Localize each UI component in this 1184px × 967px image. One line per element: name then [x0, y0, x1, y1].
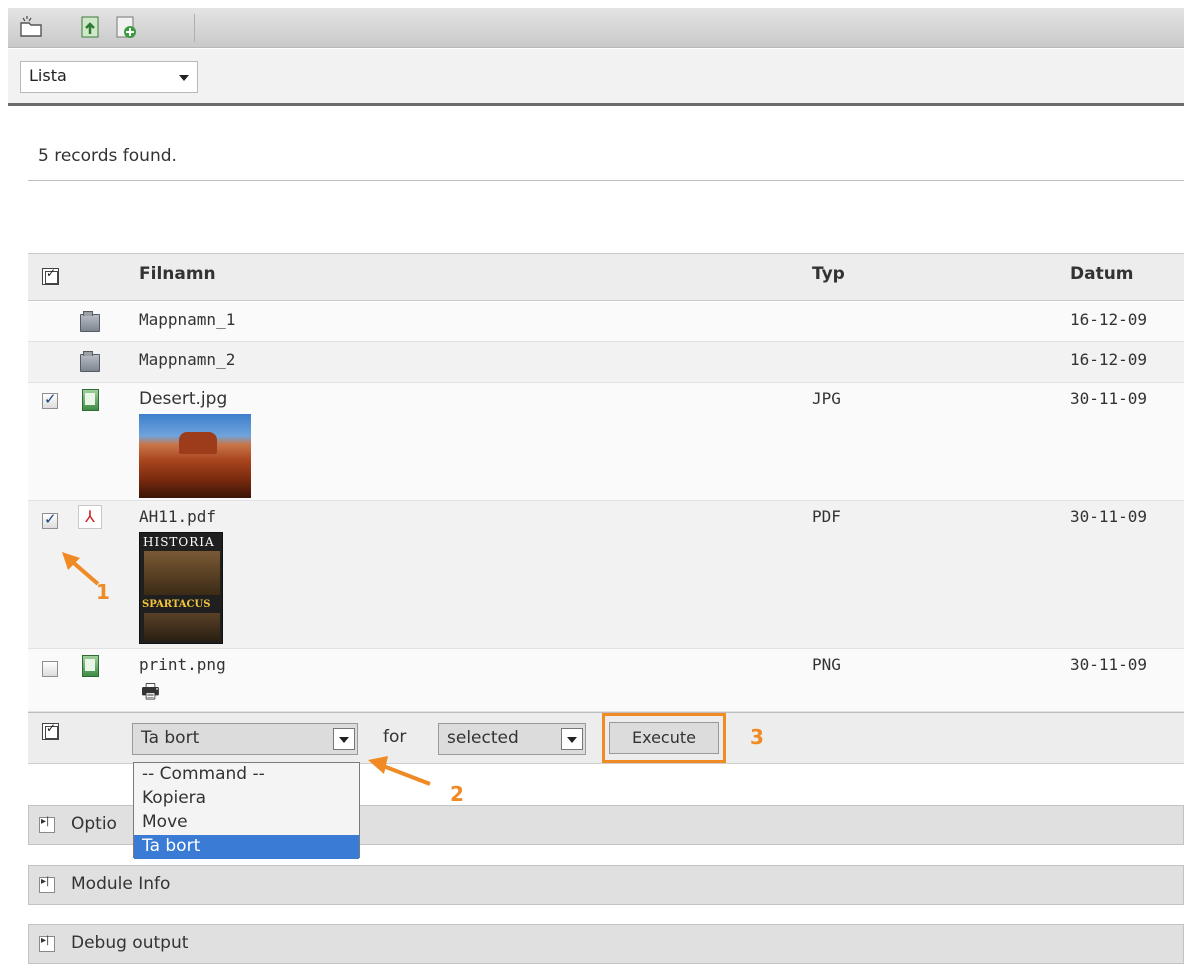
target-select[interactable]: selected: [438, 723, 586, 755]
printer-icon: 🖶: [141, 679, 160, 703]
panel-title: Module Info: [71, 874, 171, 894]
table-row[interactable]: print.png 🖶 PNG 30-11-09: [28, 649, 1184, 712]
table-row[interactable]: Mappnamn_1 16-12-09: [28, 302, 1184, 342]
file-date: 30-11-09: [1070, 507, 1148, 526]
column-header-datum[interactable]: Datum: [1070, 264, 1134, 284]
upload-icon[interactable]: [78, 14, 104, 40]
annotation-arrow-icon: [368, 756, 431, 786]
toggle-all-checkbox-icon[interactable]: [42, 721, 59, 740]
chevron-down-icon: [333, 728, 355, 750]
column-header-typ[interactable]: Typ: [812, 264, 845, 284]
thumbnail-title: HISTORIA: [143, 535, 215, 549]
view-select-value: Lista: [29, 66, 67, 85]
new-folder-icon[interactable]: [18, 14, 44, 40]
annotation-number: 1: [96, 580, 110, 604]
records-count: 5 records found.: [38, 146, 177, 166]
command-dropdown-list: -- Command -- Kopiera Move Ta bort: [133, 762, 360, 859]
expand-icon[interactable]: [39, 816, 55, 833]
thumbnail-image: [144, 551, 220, 595]
file-date: 16-12-09: [1070, 350, 1148, 369]
command-option[interactable]: Kopiera: [134, 787, 359, 811]
row-checkbox[interactable]: [42, 661, 58, 677]
module-info-panel[interactable]: Module Info: [28, 865, 1184, 905]
view-bar: Lista: [8, 49, 1184, 106]
image-file-icon: [82, 389, 99, 411]
panel-title: Debug output: [71, 933, 189, 953]
add-file-icon[interactable]: [113, 14, 139, 40]
command-option[interactable]: -- Command --: [134, 763, 359, 787]
command-select[interactable]: Ta bort: [132, 723, 358, 755]
pdf-icon: ⅄: [78, 505, 102, 529]
toolbar: [8, 8, 1184, 48]
annotation-number: 2: [450, 782, 464, 806]
folder-icon: [80, 311, 100, 332]
file-name[interactable]: AH11.pdf: [139, 507, 216, 526]
divider: [28, 180, 1184, 181]
bulk-action-bar: Ta bort for selected Execute 3: [28, 712, 1184, 764]
table-row[interactable]: Mappnamn_2 16-12-09: [28, 342, 1184, 383]
folder-icon: [80, 351, 100, 372]
chevron-down-icon: [561, 728, 583, 750]
panel-title: Optio: [71, 814, 117, 834]
file-name[interactable]: Desert.jpg: [139, 389, 227, 409]
execute-button[interactable]: Execute: [609, 722, 719, 754]
file-name[interactable]: Mappnamn_1: [139, 310, 235, 329]
pdf-thumbnail[interactable]: HISTORIA SPARTACUS: [139, 532, 223, 644]
image-file-icon: [82, 655, 99, 677]
file-type: PNG: [812, 655, 841, 674]
command-option[interactable]: Move: [134, 811, 359, 835]
file-date: 30-11-09: [1070, 389, 1148, 408]
debug-output-panel[interactable]: Debug output: [28, 924, 1184, 964]
table-row[interactable]: Desert.jpg JPG 30-11-09: [28, 383, 1184, 501]
column-header-filnamn[interactable]: Filnamn: [139, 264, 216, 284]
expand-icon[interactable]: [39, 935, 55, 952]
file-name[interactable]: Mappnamn_2: [139, 350, 235, 369]
file-type: PDF: [812, 507, 841, 526]
toggle-all-checkbox-icon[interactable]: [42, 266, 59, 285]
chevron-down-icon: [179, 75, 189, 81]
command-select-value: Ta bort: [141, 728, 200, 748]
table-row[interactable]: ⅄ AH11.pdf HISTORIA SPARTACUS PDF 30-11-…: [28, 501, 1184, 649]
for-label: for: [383, 727, 407, 747]
toolbar-separator: [194, 14, 195, 42]
thumbnail-image: [144, 613, 220, 641]
command-option-selected[interactable]: Ta bort: [134, 835, 359, 859]
file-date: 16-12-09: [1070, 310, 1148, 329]
thumbnail-caption: SPARTACUS: [142, 599, 211, 610]
annotation-number: 3: [750, 725, 764, 749]
expand-icon[interactable]: [39, 876, 55, 893]
desert-thumbnail[interactable]: [139, 414, 251, 498]
file-name[interactable]: print.png: [139, 655, 226, 674]
row-checkbox[interactable]: [42, 510, 58, 529]
target-select-value: selected: [447, 728, 519, 748]
row-checkbox[interactable]: [42, 390, 58, 409]
execute-highlight: Execute: [602, 713, 726, 763]
file-type: JPG: [812, 389, 841, 408]
file-date: 30-11-09: [1070, 655, 1148, 674]
view-select[interactable]: Lista: [20, 61, 198, 93]
table-header: Filnamn Typ Datum: [28, 253, 1184, 301]
